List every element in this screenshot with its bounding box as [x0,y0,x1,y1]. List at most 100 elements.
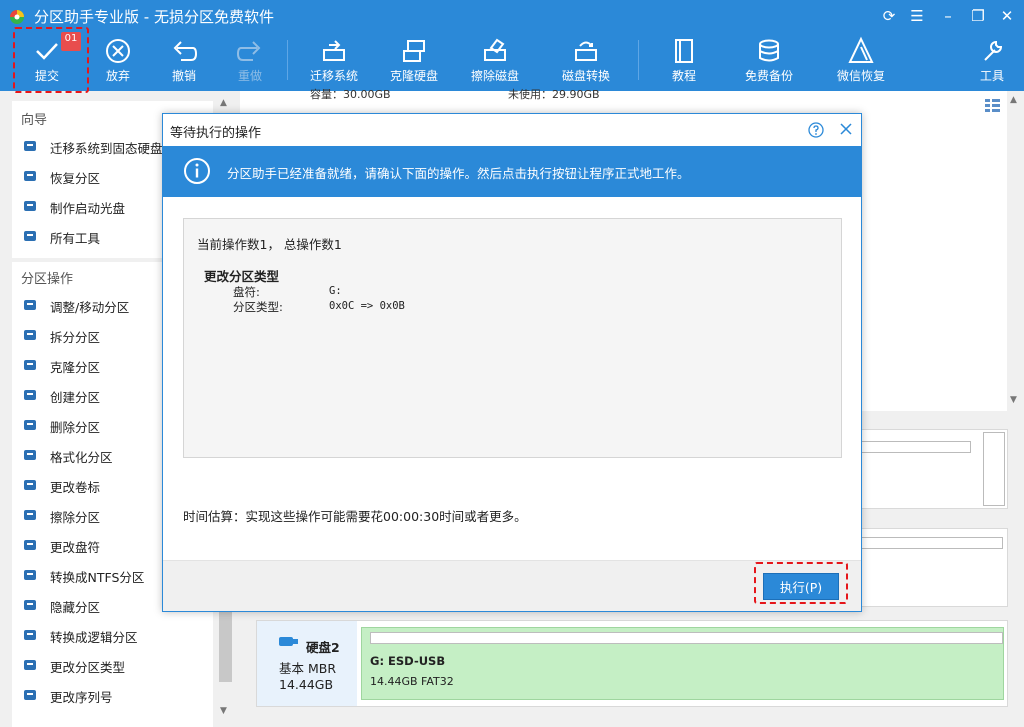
sidebar-item-label: 转换成NTFS分区 [50,570,145,585]
execute-button[interactable]: 执行(P) [763,573,839,600]
help-icon[interactable] [808,122,824,138]
minimize-button[interactable]: – [937,6,959,26]
split-partition-icon [24,330,36,340]
sidebar-item[interactable]: 更改分区类型 [21,654,211,676]
drive-letter-value: G: [329,285,342,297]
pending-ops-badge: 01 [61,32,81,51]
scroll-up-icon[interactable]: ▲ [220,98,227,108]
wipe-disk-button[interactable]: 擦除磁盘 [467,36,523,88]
dialog-titlebar: 等待执行的操作 [163,114,861,146]
drive-letter-icon [24,540,36,550]
scroll-up-icon[interactable]: ▲ [1010,95,1017,105]
info-icon [184,158,210,184]
disk2-panel[interactable]: 硬盘2 基本 MBR 14.44GB G: ESD-USB 14.44GB FA… [256,620,1008,707]
usage-bar [861,441,971,453]
close-icon[interactable] [838,121,854,137]
convert-disk-icon [575,41,597,61]
scroll-thumb[interactable] [219,612,232,682]
tutorial-button[interactable]: 教程 [662,36,706,88]
scroll-down-icon[interactable]: ▼ [1010,395,1017,405]
toolbar-divider [287,40,288,80]
migrate-ssd-icon [24,141,36,151]
toolbar-divider [638,40,639,80]
usage-bar [370,632,1003,644]
free-backup-button[interactable]: 免费备份 [741,36,797,88]
partition-type-label: 分区类型: [233,300,283,314]
label-tag-icon [24,480,36,490]
partition-block[interactable] [983,432,1005,506]
sidebar-item-label: 拆分分区 [50,330,101,345]
format-partition-icon [24,450,36,460]
title-bar: 分区助手专业版 - 无损分区免费软件 ⟳ ☰ – ❐ ✕ [0,0,1024,32]
main-scrollbar[interactable]: ▲ ▼ [1007,91,1024,411]
operations-list: 当前操作数1， 总操作数1 更改分区类型 盘符: G: 分区类型: 0x0C =… [183,218,842,458]
clone-disk-icon [403,40,425,62]
wechat-recovery-button[interactable]: 微信恢复 [833,36,889,88]
partition-ops-heading: 分区操作 [21,272,74,287]
partition-name: G: ESD-USB [370,654,446,668]
pending-operations-dialog: 等待执行的操作 分区助手已经准备就绪，请确认下面的操作。然后点击执行按钮让程序正… [162,113,862,612]
hide-partition-icon [24,600,36,610]
operation-title: 更改分区类型 [204,269,280,284]
disk-convert-button[interactable]: 磁盘转换 [558,36,614,88]
settings-icon[interactable]: ☰ [906,6,928,26]
disk2-info: 硬盘2 基本 MBR 14.44GB [257,621,357,706]
migrate-os-button[interactable]: 迁移系统 [306,36,362,88]
sidebar-item-label: 转换成逻辑分区 [50,630,138,645]
clone-disk-button[interactable]: 克隆硬盘 [386,36,442,88]
usage-bar [861,537,1003,549]
view-toggle-icon[interactable] [984,97,1001,114]
serial-number-icon [24,690,36,700]
sidebar-item-label: 格式化分区 [50,450,113,465]
all-tools-icon [24,231,36,241]
book-icon [675,39,693,63]
time-estimate: 时间估算：实现这些操作可能需要花00:00:30时间或者更多。 [183,509,527,524]
sidebar-item-label: 制作启动光盘 [50,201,126,216]
database-icon [759,39,779,62]
sidebar-item-label: 更改卷标 [50,480,101,495]
partition-type-value: 0x0C => 0x0B [329,300,405,312]
drive-letter-label: 盘符: [233,285,260,299]
info-banner: 分区助手已经准备就绪，请确认下面的操作。然后点击执行按钮让程序正式地工作。 [163,146,861,197]
redo-icon [236,41,261,61]
drive-arrow-icon [323,40,345,61]
resize-partition-icon [24,300,36,310]
info-text: 分区助手已经准备就绪，请确认下面的操作。然后点击执行按钮让程序正式地工作。 [227,166,690,181]
sidebar-item-label: 更改序列号 [50,690,113,705]
close-button[interactable]: ✕ [996,6,1018,26]
wipe-partition-icon [24,510,36,520]
sidebar-item-label: 所有工具 [50,231,101,246]
delete-partition-icon [24,420,36,430]
app-title: 分区助手专业版 - 无损分区免费软件 [34,8,274,26]
sidebar-item[interactable]: 转换成逻辑分区 [21,624,211,646]
eraser-disk-icon [484,38,506,61]
undo-button[interactable]: 撤销 [162,36,206,88]
sidebar-item-label: 隐藏分区 [50,600,101,615]
id-icon [24,660,36,670]
sidebar-item-label: 创建分区 [50,390,101,405]
app-logo-icon [10,10,24,24]
sidebar-item[interactable]: 更改序列号 [21,684,211,706]
create-partition-icon [24,390,36,400]
scroll-down-icon[interactable]: ▼ [220,706,227,716]
wrench-icon [984,40,1003,61]
operations-count: 当前操作数1， 总操作数1 [197,237,342,252]
convert-logical-icon [24,630,36,640]
undo-icon [173,41,198,61]
sidebar-item-label: 恢复分区 [50,171,101,186]
redo-button[interactable]: 重做 [228,36,272,88]
capacity-text: 容量：30.00GB [310,88,391,101]
bootable-media-icon [24,201,36,211]
restore-button[interactable]: ❐ [967,6,989,26]
convert-ntfs-icon [24,570,36,580]
refresh-icon[interactable]: ⟳ [878,6,900,26]
tools-button[interactable]: 工具 [976,36,1008,88]
cancel-circle-icon [106,39,130,63]
discard-button[interactable]: 放弃 [96,36,140,88]
disk2-name: 硬盘2 [306,640,340,655]
partition-g[interactable]: G: ESD-USB 14.44GB FAT32 [361,627,1004,700]
dialog-footer: 执行(P) [163,560,861,611]
sidebar-item-label: 迁移系统到固态硬盘 [50,141,163,156]
sidebar-item-label: 更改盘符 [50,540,101,555]
sidebar-item-label: 删除分区 [50,420,101,435]
